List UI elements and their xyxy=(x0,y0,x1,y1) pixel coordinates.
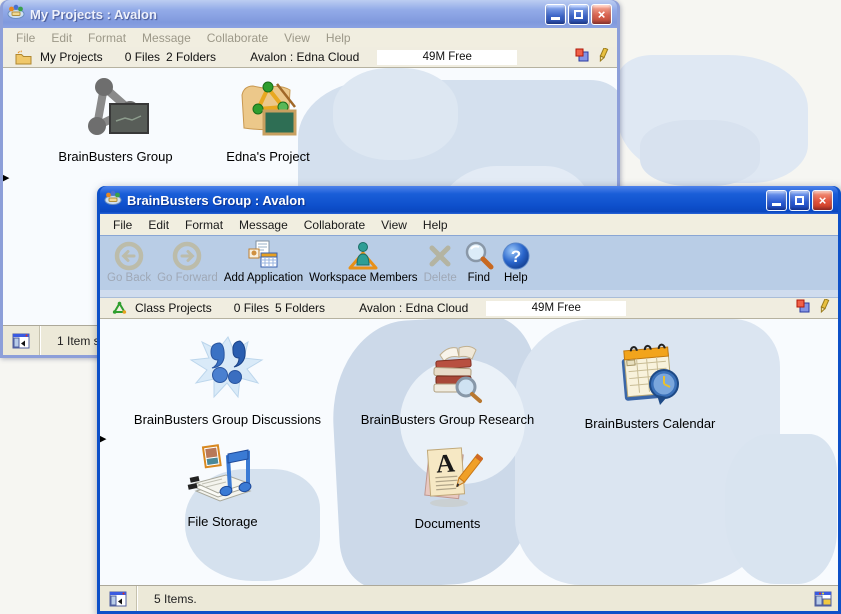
icon-label: Documents xyxy=(345,516,550,531)
desktop-icon-documents[interactable]: A Documents xyxy=(345,445,550,531)
collapse-arrow[interactable]: ▶ xyxy=(3,173,9,184)
info-bar: Class Projects 0 Files 5 Folders Avalon :… xyxy=(100,298,838,319)
window-brainbusters-group: BrainBusters Group : Avalon × File Edit … xyxy=(97,186,841,614)
panel-toggle-icon[interactable] xyxy=(100,591,136,607)
window-title: My Projects : Avalon xyxy=(30,7,543,22)
icon-label: BrainBusters Group Research xyxy=(340,412,555,427)
icon-label: Edna's Project xyxy=(183,149,353,164)
menu-help[interactable]: Help xyxy=(318,31,359,45)
window-title: BrainBusters Group : Avalon xyxy=(127,193,764,208)
desktop-watermark xyxy=(618,55,808,183)
members-icon xyxy=(346,239,380,272)
folder-name: Class Projects xyxy=(135,301,212,315)
desktop: { "app": { "back_title": "My Projects : … xyxy=(0,0,841,614)
menu-message[interactable]: Message xyxy=(134,31,199,45)
delete-button: Delete xyxy=(422,239,459,284)
calendar-icon xyxy=(611,343,689,409)
watermark xyxy=(725,434,837,584)
svg-text:A: A xyxy=(435,448,456,478)
shared-icon[interactable] xyxy=(796,299,811,317)
discussions-icon xyxy=(188,333,268,405)
folders-count: 2 Folders xyxy=(166,50,216,64)
workspace-content: BrainBusters Group Discussions BrainBust… xyxy=(100,319,838,585)
free-space-indicator: 49M Free xyxy=(377,50,517,65)
menu-edit[interactable]: Edit xyxy=(140,218,177,232)
edit-pencil-icon[interactable] xyxy=(597,48,609,66)
menu-file[interactable]: File xyxy=(8,31,43,45)
menu-view[interactable]: View xyxy=(373,218,415,232)
menu-message[interactable]: Message xyxy=(231,218,296,232)
info-bar: My Projects 0 Files 2 Folders Avalon : Ed… xyxy=(3,47,617,68)
folder-name: My Projects xyxy=(40,50,103,64)
status-bar: 5 Items. xyxy=(100,585,838,611)
go-back-button: Go Back xyxy=(105,239,153,284)
svg-text:?: ? xyxy=(511,247,521,266)
minimize-button[interactable] xyxy=(766,190,787,211)
maximize-button[interactable] xyxy=(568,4,589,25)
toolbar: Go Back Go Forward xyxy=(100,235,838,290)
files-count: 0 Files xyxy=(234,301,269,315)
menu-collaborate[interactable]: Collaborate xyxy=(296,218,373,232)
close-button[interactable]: × xyxy=(591,4,612,25)
menu-collaborate[interactable]: Collaborate xyxy=(199,31,276,45)
menu-help[interactable]: Help xyxy=(415,218,456,232)
class-projects-icon xyxy=(112,301,127,315)
go-forward-button: Go Forward xyxy=(155,239,220,284)
research-books-icon xyxy=(410,341,486,405)
desktop-icon-file-storage[interactable]: File Storage xyxy=(120,441,325,529)
free-space-indicator: 49M Free xyxy=(486,301,626,316)
add-application-button[interactable]: Add Application xyxy=(222,239,305,284)
menu-bar: File Edit Format Message Collaborate Vie… xyxy=(100,214,838,235)
icon-label: BrainBusters Calendar xyxy=(540,416,760,431)
status-text: 1 Item s xyxy=(57,334,100,348)
app-icon xyxy=(104,190,122,210)
account-label: Avalon : Edna Cloud xyxy=(359,301,468,315)
documents-icon: A xyxy=(413,445,483,509)
help-button[interactable]: ? Help xyxy=(499,239,533,284)
desktop-watermark xyxy=(640,120,760,186)
account-label: Avalon : Edna Cloud xyxy=(250,50,359,64)
workspace-members-button[interactable]: Workspace Members xyxy=(307,239,419,284)
close-button[interactable]: × xyxy=(812,190,833,211)
maximize-button[interactable] xyxy=(789,190,810,211)
toolbar-strip xyxy=(100,290,838,298)
menu-view[interactable]: View xyxy=(276,31,318,45)
add-application-icon xyxy=(246,239,280,272)
icon-label: File Storage xyxy=(120,514,325,529)
panel-toggle-right-icon[interactable] xyxy=(814,591,838,607)
project-folder-icon xyxy=(235,76,301,142)
shared-icon[interactable] xyxy=(575,48,590,66)
search-icon xyxy=(463,239,495,272)
desktop-icon-research[interactable]: BrainBusters Group Research xyxy=(340,341,555,427)
forward-arrow-icon xyxy=(171,239,203,272)
title-bar[interactable]: BrainBusters Group : Avalon × xyxy=(100,186,838,214)
folder-icon xyxy=(15,50,32,65)
menu-bar: File Edit Format Message Collaborate Vie… xyxy=(3,28,617,47)
status-text: 5 Items. xyxy=(154,592,197,606)
files-count: 0 Files xyxy=(125,50,160,64)
menu-edit[interactable]: Edit xyxy=(43,31,80,45)
item-counts: 0 Files 5 Folders xyxy=(234,301,331,315)
collapse-arrow[interactable]: ▶ xyxy=(100,434,106,445)
delete-x-icon xyxy=(425,239,455,272)
panel-toggle-icon[interactable] xyxy=(3,333,39,349)
help-icon: ? xyxy=(501,239,531,272)
desktop-icon-ednas-project[interactable]: Edna's Project xyxy=(183,76,353,164)
app-icon xyxy=(7,4,25,24)
back-arrow-icon xyxy=(113,239,145,272)
minimize-button[interactable] xyxy=(545,4,566,25)
folders-count: 5 Folders xyxy=(275,301,325,315)
menu-format[interactable]: Format xyxy=(80,31,134,45)
desktop-icon-discussions[interactable]: BrainBusters Group Discussions xyxy=(110,333,345,427)
icon-label: BrainBusters Group Discussions xyxy=(110,412,345,427)
menu-file[interactable]: File xyxy=(105,218,140,232)
desktop-icon-calendar[interactable]: BrainBusters Calendar xyxy=(540,343,760,431)
menu-format[interactable]: Format xyxy=(177,218,231,232)
edit-pencil-icon[interactable] xyxy=(818,299,830,317)
group-network-icon xyxy=(78,74,154,142)
item-counts: 0 Files 2 Folders xyxy=(125,50,222,64)
find-button[interactable]: Find xyxy=(461,239,497,284)
file-storage-icon xyxy=(184,441,262,507)
title-bar[interactable]: My Projects : Avalon × xyxy=(3,0,617,28)
